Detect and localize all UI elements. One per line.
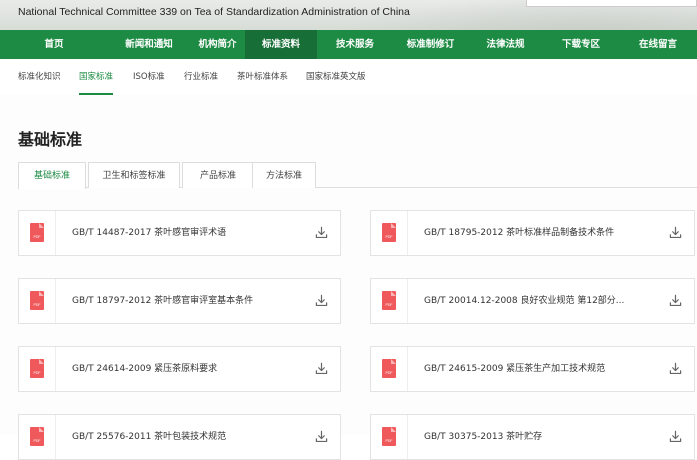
document-card[interactable]: PDF GB/T 14487-2017 茶叶感官审评术语 xyxy=(18,210,341,256)
subnav-item-4[interactable]: 茶叶标准体系 xyxy=(237,59,288,95)
pdf-icon: PDF xyxy=(382,427,396,446)
sub-nav: 标准化知识 国家标准 ISO标准 行业标准 茶叶标准体系 国家标准英文版 xyxy=(0,59,697,95)
subnav-item-1[interactable]: 国家标准 xyxy=(79,59,114,95)
pdf-badge-label: PDF xyxy=(385,235,393,239)
pdf-badge-label: PDF xyxy=(33,303,41,307)
tab-2[interactable]: 产品标准 xyxy=(182,162,254,188)
document-title[interactable]: GB/T 24615-2009 紧压茶生产加工技术规范 xyxy=(424,347,660,391)
site-header: National Technical Committee 339 on Tea … xyxy=(0,0,697,30)
document-card[interactable]: PDF GB/T 18797-2012 茶叶感官审评室基本条件 xyxy=(18,278,341,324)
card-divider xyxy=(55,347,56,391)
subnav-item-5[interactable]: 国家标准英文版 xyxy=(306,59,366,95)
document-card[interactable]: PDF GB/T 30375-2013 茶叶贮存 xyxy=(370,414,695,460)
download-icon[interactable] xyxy=(669,430,682,443)
download-icon[interactable] xyxy=(315,430,328,443)
nav-item-3[interactable]: 标准资料 xyxy=(245,30,317,59)
nav-item-4[interactable]: 技术服务 xyxy=(317,30,393,59)
card-divider xyxy=(407,415,408,459)
download-icon[interactable] xyxy=(315,294,328,307)
document-title[interactable]: GB/T 30375-2013 茶叶贮存 xyxy=(424,415,660,459)
pdf-badge-label: PDF xyxy=(385,371,393,375)
pdf-badge-label: PDF xyxy=(33,439,41,443)
pdf-badge-label: PDF xyxy=(33,235,41,239)
document-title[interactable]: GB/T 20014.12-2008 良好农业规范 第12部分... xyxy=(424,279,660,323)
pdf-icon: PDF xyxy=(382,291,396,310)
card-divider xyxy=(407,347,408,391)
document-title[interactable]: GB/T 18795-2012 茶叶标准样品制备技术条件 xyxy=(424,211,660,255)
site-subtitle: National Technical Committee 339 on Tea … xyxy=(18,6,410,18)
pdf-icon: PDF xyxy=(30,223,44,242)
pdf-icon: PDF xyxy=(30,291,44,310)
nav-item-2[interactable]: 机构简介 xyxy=(190,30,245,59)
nav-item-8[interactable]: 在线留言 xyxy=(619,30,697,59)
card-divider xyxy=(407,279,408,323)
nav-item-5[interactable]: 标准制修订 xyxy=(393,30,468,59)
nav-item-0[interactable]: 首页 xyxy=(0,30,108,59)
download-icon[interactable] xyxy=(669,226,682,239)
page-title: 基础标准 xyxy=(18,130,83,149)
tab-1[interactable]: 卫生和标签标准 xyxy=(88,162,180,188)
download-icon[interactable] xyxy=(669,362,682,375)
card-divider xyxy=(55,211,56,255)
download-icon[interactable] xyxy=(669,294,682,307)
document-card[interactable]: PDF GB/T 25576-2011 茶叶包装技术规范 xyxy=(18,414,341,460)
document-card[interactable]: PDF GB/T 24615-2009 紧压茶生产加工技术规范 xyxy=(370,346,695,392)
nav-item-1[interactable]: 新闻和通知 xyxy=(108,30,190,59)
search-input[interactable] xyxy=(526,0,697,7)
document-card[interactable]: PDF GB/T 20014.12-2008 良好农业规范 第12部分... xyxy=(370,278,695,324)
card-divider xyxy=(55,279,56,323)
document-card[interactable]: PDF GB/T 24614-2009 紧压茶原料要求 xyxy=(18,346,341,392)
tab-0[interactable]: 基础标准 xyxy=(18,162,86,189)
subnav-item-0[interactable]: 标准化知识 xyxy=(18,59,61,95)
document-title[interactable]: GB/T 25576-2011 茶叶包装技术规范 xyxy=(72,415,306,459)
download-icon[interactable] xyxy=(315,226,328,239)
tab-3[interactable]: 方法标准 xyxy=(252,162,316,188)
main-nav: 首页 新闻和通知 机构简介 标准资料 技术服务 标准制修订 法律法规 下载专区 在线留言 xyxy=(0,30,697,59)
category-tabs: 基础标准 卫生和标签标准 产品标准 方法标准 xyxy=(18,162,697,189)
pdf-badge-label: PDF xyxy=(385,439,393,443)
pdf-icon: PDF xyxy=(30,427,44,446)
download-icon[interactable] xyxy=(315,362,328,375)
pdf-badge-label: PDF xyxy=(385,303,393,307)
document-title[interactable]: GB/T 14487-2017 茶叶感官审评术语 xyxy=(72,211,306,255)
card-divider xyxy=(55,415,56,459)
card-divider xyxy=(407,211,408,255)
subnav-item-2[interactable]: ISO标准 xyxy=(133,59,165,95)
nav-item-6[interactable]: 法律法规 xyxy=(468,30,543,59)
document-card[interactable]: PDF GB/T 18795-2012 茶叶标准样品制备技术条件 xyxy=(370,210,695,256)
document-title[interactable]: GB/T 24614-2009 紧压茶原料要求 xyxy=(72,347,306,391)
pdf-icon: PDF xyxy=(382,359,396,378)
pdf-badge-label: PDF xyxy=(33,371,41,375)
nav-item-7[interactable]: 下载专区 xyxy=(543,30,619,59)
document-title[interactable]: GB/T 18797-2012 茶叶感官审评室基本条件 xyxy=(72,279,306,323)
pdf-icon: PDF xyxy=(382,223,396,242)
subnav-item-3[interactable]: 行业标准 xyxy=(184,59,218,95)
pdf-icon: PDF xyxy=(30,359,44,378)
